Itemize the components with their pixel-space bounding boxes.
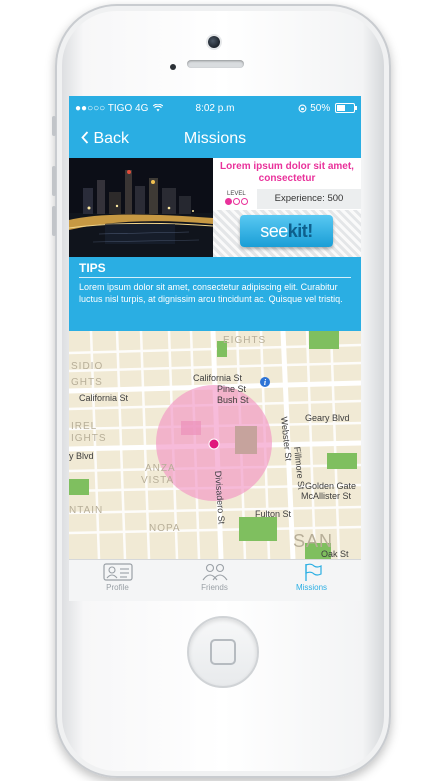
map-labels: EIGHTS SIDIO GHTS IREL IGHTS California …: [69, 335, 356, 559]
page-title: Missions: [183, 130, 247, 147]
mission-photo: [69, 158, 213, 257]
map-label-pine: Pine St: [217, 384, 247, 394]
mission-panel: Lorem ipsum dolor sit amet, consectetur …: [213, 158, 361, 257]
battery-area: 50%: [298, 96, 357, 122]
map-label-irel: IREL: [71, 421, 97, 432]
proximity-sensor: [170, 64, 176, 70]
flag-icon: [304, 563, 322, 581]
map-label-geary-blvd: Geary Blvd: [305, 413, 350, 423]
map-label-fillmore: Fillmore St: [292, 446, 306, 490]
tab-profile[interactable]: Profile: [69, 562, 166, 600]
home-button[interactable]: [187, 616, 259, 688]
friends-icon: [202, 563, 227, 581]
tab-profile-label: Profile: [106, 583, 129, 592]
map-label-webster: Webster St: [279, 416, 294, 462]
tips-title: TIPS: [79, 261, 106, 275]
battery-icon: [335, 103, 357, 114]
map-label-san: SAN: [293, 531, 333, 551]
earpiece-speaker: [187, 60, 244, 68]
map-label-geary-left: y Blvd: [69, 451, 94, 461]
tab-missions-label: Missions: [295, 583, 328, 592]
map-label-california: California St: [193, 373, 243, 383]
map-label-vista: VISTA: [141, 475, 174, 486]
map-label-anza: ANZA: [145, 463, 176, 474]
tab-bar: Profile Friends Missions: [69, 559, 361, 601]
map-label-sidio: SIDIO: [71, 361, 103, 372]
tips-body: Lorem ipsum dolor sit amet, consectetur …: [79, 282, 343, 304]
map-label-ghts: GHTS: [71, 377, 103, 388]
volume-down-button: [52, 206, 56, 236]
map-label-ights: IGHTS: [71, 433, 107, 444]
home-square-icon: [210, 639, 236, 665]
mission-title: Lorem ipsum dolor sit amet, consectetur: [220, 161, 354, 184]
seekit-button[interactable]: seekit!: [240, 215, 333, 247]
level-dot-1: [225, 198, 232, 205]
map-label-divisadero: Divisadero St: [213, 470, 227, 525]
navigation-bar: Back Missions: [69, 122, 361, 158]
map-label-california-left: California St: [79, 393, 129, 403]
level-label: LEVEL: [227, 191, 246, 197]
seekit-label-a: see: [260, 221, 288, 241]
mute-switch: [52, 116, 56, 136]
tab-missions[interactable]: Missions: [263, 562, 360, 600]
map-label-nopa: NOPA: [149, 523, 181, 534]
level-dot-2: [233, 198, 240, 205]
tips-divider: [79, 277, 351, 278]
status-bar: ●●○○○ TIGO 4G 8:02 p.m 50%: [69, 96, 361, 122]
battery-fill: [337, 105, 345, 112]
map-view[interactable]: i EIGHTS SIDIO GHTS IREL IGHTS Californi…: [69, 331, 361, 559]
map-label-golden-gate: Golden Gate: [305, 481, 356, 491]
profile-card-icon: [102, 563, 133, 581]
front-camera: [208, 36, 220, 48]
map-label-fulton: Fulton St: [255, 509, 292, 519]
seekit-label-b: kit!: [287, 221, 314, 241]
tips-section: TIPS Lorem ipsum dolor sit amet, consect…: [69, 257, 361, 331]
map-label-ntain: NTAIN: [69, 505, 103, 516]
map-label-bush: Bush St: [217, 395, 249, 405]
city-night-image: [69, 158, 213, 257]
tab-friends-label: Friends: [201, 583, 228, 592]
map-label-heights: EIGHTS: [223, 335, 266, 346]
level-dot-3: [241, 198, 248, 205]
app-screen: ●●○○○ TIGO 4G 8:02 p.m 50% Back Missions: [69, 96, 361, 601]
rotation-lock-icon: [298, 104, 307, 113]
tab-friends[interactable]: Friends: [166, 562, 263, 600]
experience-badge: Experience: 500: [257, 189, 361, 209]
volume-up-button: [52, 166, 56, 196]
map-label-mcallister: McAllister St: [301, 491, 352, 501]
battery-percent: 50%: [310, 103, 331, 114]
